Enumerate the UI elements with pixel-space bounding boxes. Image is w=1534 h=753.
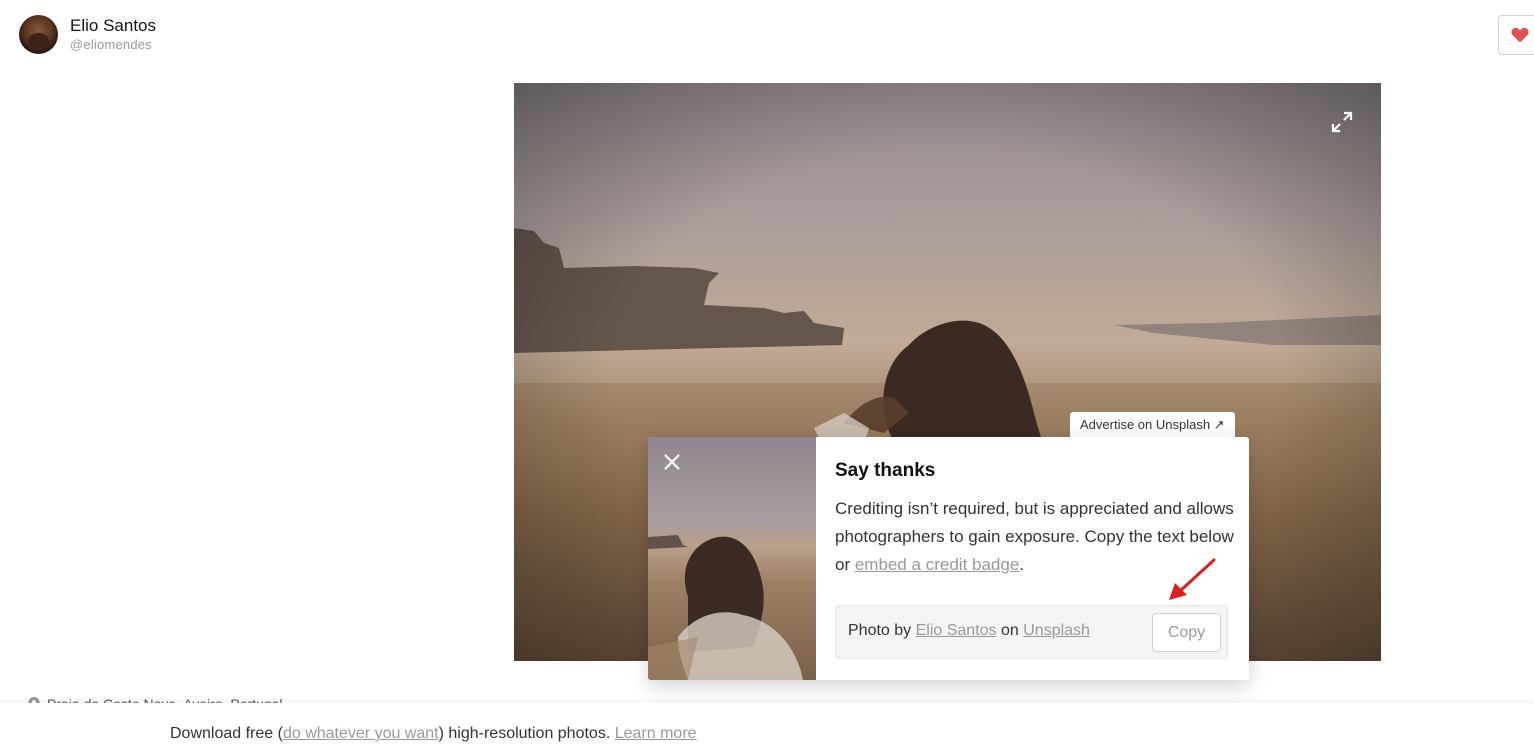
banner-text: Download free (do whatever you want) hig…	[170, 725, 697, 743]
user-profile[interactable]: Elio Santos @eliomendes	[19, 15, 156, 54]
like-button[interactable]	[1498, 15, 1534, 55]
download-banner: Download free (do whatever you want) hig…	[0, 703, 1534, 753]
credit-author-link[interactable]: Elio Santos	[916, 622, 997, 639]
credit-site-link[interactable]: Unsplash	[1023, 622, 1090, 639]
credit-text-box: Photo by Elio Santos on Unsplash Copy	[835, 605, 1228, 659]
user-name[interactable]: Elio Santos	[70, 16, 156, 36]
say-thanks-dialog: Say thanks Crediting isn’t required, but…	[648, 437, 1249, 680]
close-icon[interactable]	[662, 452, 682, 472]
copy-button[interactable]: Copy	[1152, 613, 1221, 652]
license-link[interactable]: do whatever you want	[283, 725, 439, 742]
credit-middle: on	[996, 622, 1024, 639]
advertise-link[interactable]: Advertise on Unsplash ↗	[1070, 412, 1235, 438]
learn-more-link[interactable]: Learn more	[615, 725, 697, 742]
thumbnail-scene	[648, 535, 803, 680]
avatar[interactable]	[19, 15, 58, 54]
banner-prefix: Download free (	[170, 725, 283, 742]
heart-icon	[1511, 27, 1529, 43]
banner-middle: ) high-resolution photos.	[438, 725, 615, 742]
credit-prefix: Photo by	[848, 622, 916, 639]
user-handle[interactable]: @eliomendes	[70, 36, 156, 54]
photo-thumbnail	[648, 437, 816, 680]
credit-text: Photo by Elio Santos on Unsplash	[848, 622, 1090, 640]
dialog-title: Say thanks	[835, 460, 936, 481]
embed-credit-badge-link[interactable]: embed a credit badge	[855, 555, 1019, 574]
expand-icon[interactable]	[1329, 109, 1355, 135]
annotation-arrow-icon	[1169, 558, 1216, 600]
description-end: .	[1019, 555, 1025, 574]
user-info: Elio Santos @eliomendes	[70, 16, 156, 54]
